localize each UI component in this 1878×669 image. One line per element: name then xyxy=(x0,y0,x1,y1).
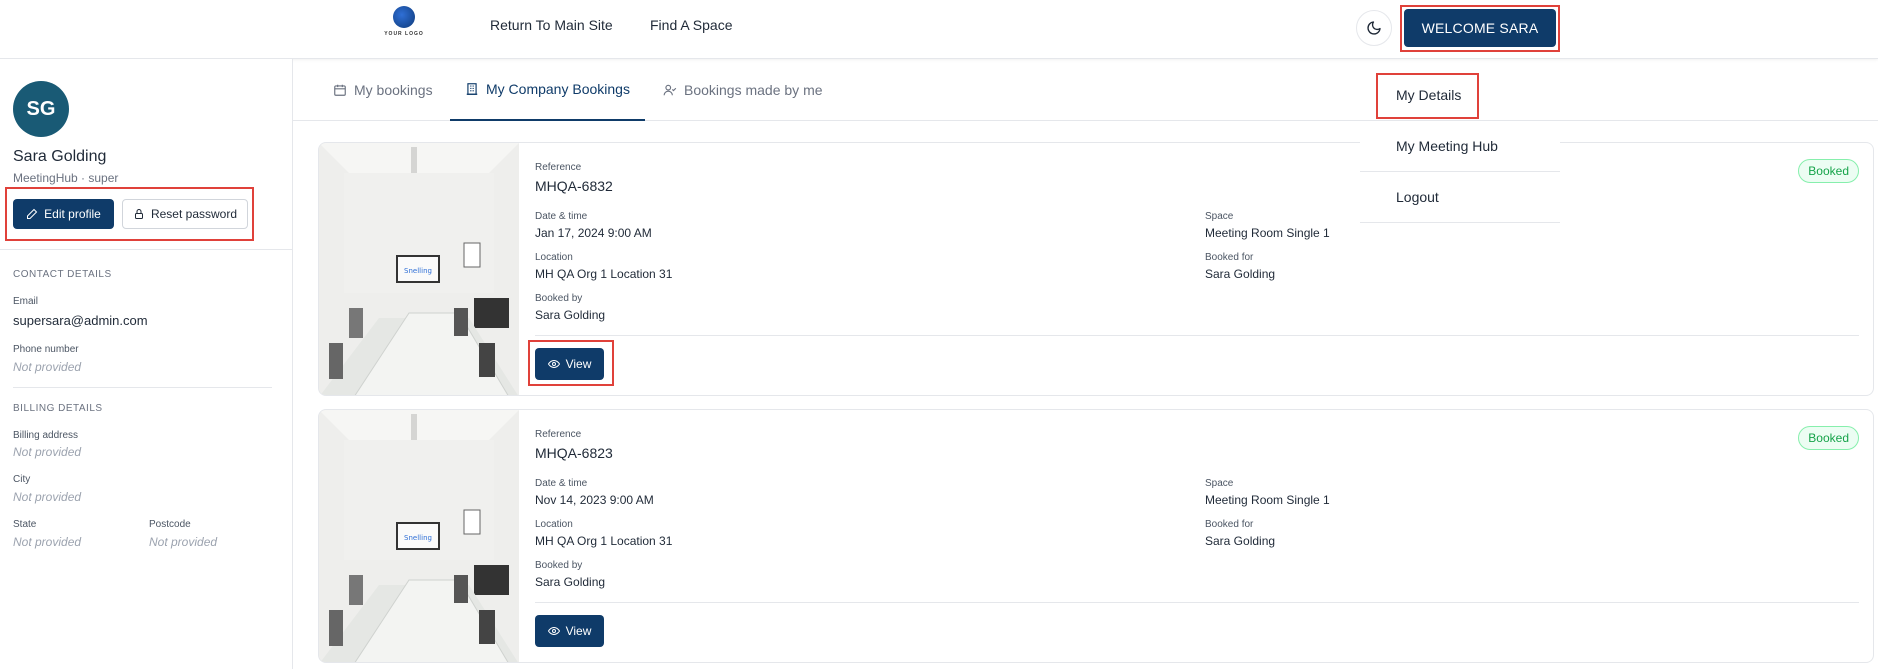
space-label: Space xyxy=(1205,211,1234,222)
sidebar-divider xyxy=(0,249,293,250)
tab-my-bookings[interactable]: My bookings xyxy=(333,59,433,121)
booked-for-value: Sara Golding xyxy=(1205,267,1276,281)
reference-label: Reference xyxy=(535,429,582,440)
datetime-value: Jan 17, 2024 9:00 AM xyxy=(535,226,652,240)
datetime-label: Date & time xyxy=(535,211,588,222)
user-subtitle: MeetingHub · super xyxy=(13,171,119,185)
logo-text: YOUR LOGO xyxy=(384,31,424,37)
location-label: Location xyxy=(535,252,573,263)
reset-password-button[interactable]: Reset password xyxy=(122,199,248,229)
svg-text:Snelling: Snelling xyxy=(404,267,432,275)
location-value: MH QA Org 1 Location 31 xyxy=(535,534,673,548)
room-photo: Snelling xyxy=(319,410,519,662)
city-label: City xyxy=(13,474,31,485)
tab-my-bookings-label: My bookings xyxy=(354,82,433,98)
billing-section-title: BILLING DETAILS xyxy=(13,403,103,414)
profile-sidebar: SG Sara Golding MeetingHub · super Edit … xyxy=(0,59,293,669)
welcome-user-button[interactable]: WELCOME SARA xyxy=(1404,9,1556,47)
phone-label: Phone number xyxy=(13,344,79,355)
reference-label: Reference xyxy=(535,162,582,173)
card-divider xyxy=(535,335,1859,336)
contact-section-title: CONTACT DETAILS xyxy=(13,269,112,280)
menu-item-my-meeting-hub[interactable]: My Meeting Hub xyxy=(1360,121,1560,172)
billing-address-value: Not provided xyxy=(13,445,82,459)
booked-for-label: Booked for xyxy=(1205,252,1254,263)
booked-by-label: Booked by xyxy=(535,560,583,571)
view-label: View xyxy=(565,357,592,371)
user-check-icon xyxy=(663,84,677,96)
calendar-icon xyxy=(334,84,346,96)
pencil-icon xyxy=(27,208,38,219)
lock-icon xyxy=(134,209,143,219)
space-value: Meeting Room Single 1 xyxy=(1205,493,1330,507)
status-badge: Booked xyxy=(1798,426,1859,450)
booked-by-label: Booked by xyxy=(535,293,583,304)
bookings-tabs: My bookings My Company Bookings Bookings… xyxy=(293,59,1878,121)
space-value: Meeting Room Single 1 xyxy=(1205,226,1330,240)
nav-return-main-site[interactable]: Return To Main Site xyxy=(490,17,613,33)
menu-item-logout[interactable]: Logout xyxy=(1360,172,1560,223)
menu-item-my-details[interactable]: My Details xyxy=(1360,70,1560,121)
avatar: SG xyxy=(13,81,69,137)
site-logo[interactable]: YOUR LOGO xyxy=(380,6,428,42)
user-name: Sara Golding xyxy=(13,148,107,165)
state-label: State xyxy=(13,519,37,530)
location-value: MH QA Org 1 Location 31 xyxy=(535,267,673,281)
nav-find-a-space[interactable]: Find A Space xyxy=(650,17,733,33)
postcode-label: Postcode xyxy=(149,519,191,530)
reference-value: MHQA-6832 xyxy=(535,178,613,194)
tab-bookings-made-by-me-label: Bookings made by me xyxy=(684,82,823,98)
postcode-value: Not provided xyxy=(149,535,218,549)
reference-value: MHQA-6823 xyxy=(535,445,613,461)
logo-icon xyxy=(393,6,415,28)
state-value: Not provided xyxy=(13,535,82,549)
moon-icon xyxy=(1367,21,1381,35)
eye-icon xyxy=(547,359,560,369)
eye-icon xyxy=(547,626,560,636)
building-icon xyxy=(466,83,478,95)
tab-my-company-bookings[interactable]: My Company Bookings xyxy=(450,59,645,121)
billing-address-label: Billing address xyxy=(13,430,79,441)
theme-toggle-button[interactable] xyxy=(1356,10,1392,46)
booked-for-label: Booked for xyxy=(1205,519,1254,530)
card-divider xyxy=(535,602,1859,603)
svg-text:Snelling: Snelling xyxy=(404,534,432,542)
reset-password-label: Reset password xyxy=(150,207,238,221)
top-header: YOUR LOGO Return To Main Site Find A Spa… xyxy=(0,0,1878,59)
room-photo: Snelling xyxy=(319,143,519,395)
edit-profile-label: Edit profile xyxy=(44,207,101,221)
user-dropdown-menu: My Details My Meeting Hub Logout xyxy=(1360,70,1560,223)
email-label: Email xyxy=(13,296,39,307)
booked-by-value: Sara Golding xyxy=(535,308,606,322)
view-booking-button[interactable]: View xyxy=(535,348,604,380)
datetime-label: Date & time xyxy=(535,478,588,489)
view-label: View xyxy=(565,624,592,638)
email-value: supersara@admin.com xyxy=(13,313,148,328)
phone-value: Not provided xyxy=(13,360,82,374)
edit-profile-button[interactable]: Edit profile xyxy=(13,199,114,229)
tab-my-company-bookings-label: My Company Bookings xyxy=(486,81,630,97)
location-label: Location xyxy=(535,519,573,530)
booked-for-value: Sara Golding xyxy=(1205,534,1276,548)
section-divider xyxy=(13,387,272,388)
tab-bookings-made-by-me[interactable]: Bookings made by me xyxy=(663,59,823,121)
booking-card: Snelling Booked Reference MHQA-6823 Date… xyxy=(318,409,1874,663)
booking-card: Snelling Booked Reference MHQA-6832 Date… xyxy=(318,142,1874,396)
datetime-value: Nov 14, 2023 9:00 AM xyxy=(535,493,654,507)
booked-by-value: Sara Golding xyxy=(535,575,606,589)
view-booking-button[interactable]: View xyxy=(535,615,604,647)
space-label: Space xyxy=(1205,478,1234,489)
city-value: Not provided xyxy=(13,490,82,504)
status-badge: Booked xyxy=(1798,159,1859,183)
